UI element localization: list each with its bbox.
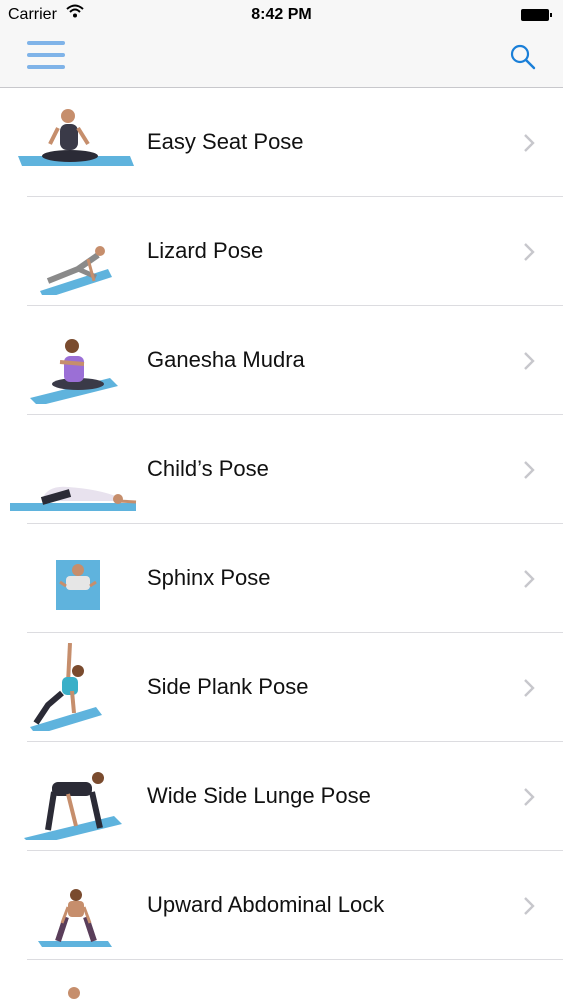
upward-abdominal-lock-image: [38, 889, 112, 947]
partial-pose-image: [68, 987, 80, 999]
pose-label: Easy Seat Pose: [147, 129, 304, 154]
pose-label: Wide Side Lunge Pose: [147, 783, 371, 808]
pose-list: Easy Seat Pose Lizard Pose Ganesha Mudra: [0, 88, 563, 960]
hamburger-menu-icon[interactable]: [27, 41, 67, 73]
pose-label: Side Plank Pose: [147, 674, 309, 699]
chevron-right-icon: [524, 788, 535, 806]
pose-row-upward-abdominal-lock[interactable]: Upward Abdominal Lock: [0, 851, 563, 960]
pose-row-wide-side-lunge[interactable]: Wide Side Lunge Pose: [0, 742, 563, 851]
pose-row-lizard[interactable]: Lizard Pose: [0, 197, 563, 306]
pose-label: Upward Abdominal Lock: [147, 892, 385, 917]
pose-row-sphinx[interactable]: Sphinx Pose: [0, 524, 563, 633]
chevron-right-icon: [524, 352, 535, 370]
pose-label: Ganesha Mudra: [147, 347, 305, 372]
childs-pose-image: [10, 486, 137, 511]
battery-icon: [521, 9, 552, 21]
pose-row-childs-pose[interactable]: Child’s Pose: [0, 415, 563, 524]
navigation-bar: [0, 30, 563, 88]
pose-label: Lizard Pose: [147, 238, 264, 263]
pose-row-ganesha-mudra[interactable]: Ganesha Mudra: [0, 306, 563, 415]
side-plank-pose-image: [30, 643, 102, 731]
sphinx-pose-image: [56, 560, 100, 610]
pose-row-easy-seat[interactable]: Easy Seat Pose: [0, 88, 563, 197]
ganesha-mudra-image: [30, 339, 118, 404]
chevron-right-icon: [524, 461, 535, 479]
chevron-right-icon: [524, 570, 535, 588]
easy-seat-pose-image: [18, 109, 134, 166]
chevron-right-icon: [524, 243, 535, 261]
chevron-right-icon: [524, 679, 535, 697]
wide-side-lunge-pose-image: [24, 772, 122, 840]
search-icon[interactable]: [508, 42, 538, 72]
lizard-pose-image: [40, 246, 112, 295]
chevron-right-icon: [524, 897, 535, 915]
pose-label: Sphinx Pose: [147, 565, 271, 590]
pose-row-side-plank[interactable]: Side Plank Pose: [0, 633, 563, 742]
status-bar: Carrier 8:42 PM: [0, 0, 563, 30]
status-time: 8:42 PM: [251, 6, 312, 23]
pose-label: Child’s Pose: [147, 456, 269, 481]
chevron-right-icon: [524, 134, 535, 152]
